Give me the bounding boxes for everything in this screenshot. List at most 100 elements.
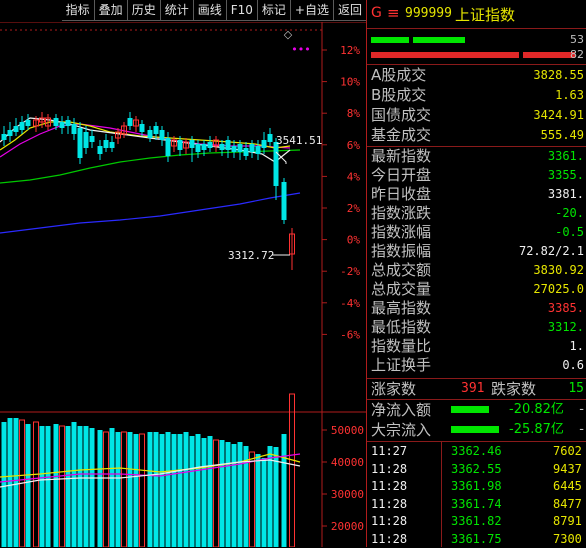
tick-time: 11:27 — [371, 444, 408, 458]
quote-value: 3424.91 — [533, 108, 584, 122]
kline-chart[interactable]: 12% 10% 8% 6% 4% 2% 0% -2% -4% -6% 50000 40000 30000… — [0, 22, 366, 547]
candle-body — [207, 142, 213, 148]
candle-body — [53, 118, 59, 126]
quote-value: 3312. — [547, 320, 584, 334]
candle-body — [231, 146, 237, 152]
quote-row: 指数涨幅 -0.5 — [367, 223, 586, 241]
candle-body — [147, 130, 153, 138]
volume-bar — [231, 444, 237, 547]
candle-body — [255, 146, 261, 154]
candle-body — [165, 138, 171, 156]
volume-bar — [261, 458, 267, 547]
bulk-inflow-label: 大宗流入 — [371, 421, 432, 439]
toolbar-button[interactable]: 标记 — [256, 0, 290, 21]
tick-row: 11:28 3361.75 7300 — [367, 530, 586, 548]
volume-bar — [115, 432, 121, 547]
net-inflow-tail: - — [579, 402, 584, 417]
price-axis-label: 8% — [347, 107, 361, 120]
volume-bar — [71, 422, 77, 547]
tick-row: 11:27 3362.46 7602 — [367, 442, 586, 460]
quote-label: 指数涨幅 — [371, 223, 432, 241]
quote-row: 指数涨跌 -20. — [367, 204, 586, 222]
tick-row: 11:28 3361.82 8791 — [367, 512, 586, 530]
toolbar-button[interactable]: +自选 — [289, 0, 333, 21]
volume-bar — [189, 436, 195, 547]
candle-body — [201, 144, 207, 150]
candle-body — [7, 130, 13, 136]
volume-bar — [289, 393, 295, 547]
candle-body — [261, 140, 267, 148]
group-badge[interactable]: G — [371, 5, 382, 21]
volume-bar — [195, 434, 201, 547]
volume-bar — [109, 428, 115, 547]
quote-label: 最低指数 — [371, 318, 432, 336]
quote-value: 3828.55 — [533, 68, 584, 82]
volume-bar — [225, 442, 231, 547]
turnover-summary: A股成交 3828.55 B股成交 1.63 国债成交 3424.91 基金成交 555.49 — [367, 66, 586, 146]
volume-bar — [121, 431, 127, 547]
toolbar-button[interactable]: 叠加 — [93, 0, 127, 21]
volume-bar — [177, 434, 183, 547]
candle-body — [109, 142, 115, 148]
quote-label: 最新指数 — [371, 147, 432, 165]
price-axis-label: 0% — [347, 234, 361, 247]
quote-value: 27025.0 — [533, 282, 584, 296]
tick-list[interactable]: 11:27 3362.46 7602 11:28 3362.55 9437 11:28 336… — [367, 442, 586, 547]
ma-line-blue — [0, 192, 301, 234]
tick-row: 11:28 3362.55 9437 — [367, 460, 586, 478]
volume-bar — [13, 418, 19, 547]
quote-row: 最高指数 3385. — [367, 299, 586, 317]
candle-body — [127, 118, 133, 126]
candle-body — [153, 126, 159, 134]
stock-code: 999999 — [405, 6, 452, 21]
quote-row: 国债成交 3424.91 — [367, 106, 586, 124]
high-annotation: 3541.51 — [276, 134, 322, 147]
candle-body — [159, 130, 165, 140]
quote-label: 今日开盘 — [371, 166, 432, 184]
volume-bar — [25, 424, 31, 547]
volume-bar — [255, 454, 261, 547]
decline-count: 15 — [568, 381, 584, 396]
tick-time: 11:28 — [371, 496, 408, 511]
ratio-up-bar-2 — [413, 37, 465, 43]
tick-price: 3361.82 — [451, 514, 502, 528]
tick-price: 3361.75 — [451, 531, 502, 546]
quote-label: 上证换手 — [371, 356, 432, 374]
toolbar-button[interactable]: 统计 — [159, 0, 193, 21]
toolbar-button[interactable]: 指标 — [61, 0, 94, 21]
quote-label: 国债成交 — [371, 106, 432, 124]
quote-label: 基金成交 — [371, 126, 432, 144]
candle-body — [177, 140, 183, 150]
volume-bar — [249, 451, 255, 547]
advance-label: 涨家数 — [371, 380, 417, 398]
ratio-down-bar-2 — [523, 52, 575, 58]
volume-bar — [77, 426, 83, 547]
price-axis-label: 6% — [347, 139, 361, 152]
net-inflow-bar — [451, 406, 489, 413]
quote-row: B股成交 1.63 — [367, 86, 586, 104]
toolbar-button[interactable]: 画线 — [192, 0, 226, 21]
quote-row: 上证换手 0.6 — [367, 356, 586, 374]
toolbar-button[interactable]: 历史 — [126, 0, 160, 21]
toolbar-button[interactable]: F10 — [225, 0, 257, 21]
price-axis-label: -6% — [340, 328, 360, 341]
toolbar-button[interactable]: 返回 — [332, 0, 366, 21]
volume-bar — [83, 426, 89, 547]
candle-body — [1, 134, 7, 140]
tick-time: 11:28 — [371, 531, 408, 546]
quote-value: 1.63 — [555, 88, 584, 102]
index-quote-list: 最新指数 3361. 今日开盘 3355. 昨日收盘 3381. 指数涨跌 -20. 指数涨幅 -… — [367, 147, 586, 375]
volume-bar — [133, 434, 139, 547]
tick-price: 3362.55 — [451, 461, 502, 476]
volume-bar — [165, 432, 171, 547]
tick-row: 11:28 3361.74 8477 — [367, 495, 586, 513]
quote-label: 总成交额 — [371, 261, 432, 279]
volume-bar — [33, 421, 39, 547]
quote-header: G ≡ 999999 上证指数 — [367, 0, 586, 29]
quote-value: 1. — [569, 339, 584, 353]
volume-bar — [103, 431, 109, 547]
stock-name: 上证指数 — [455, 6, 516, 24]
tick-volume: 9437 — [553, 461, 582, 476]
menu-icon[interactable]: ≡ — [387, 4, 400, 22]
quote-row: 指数振幅 72.82/2.1 — [367, 242, 586, 260]
